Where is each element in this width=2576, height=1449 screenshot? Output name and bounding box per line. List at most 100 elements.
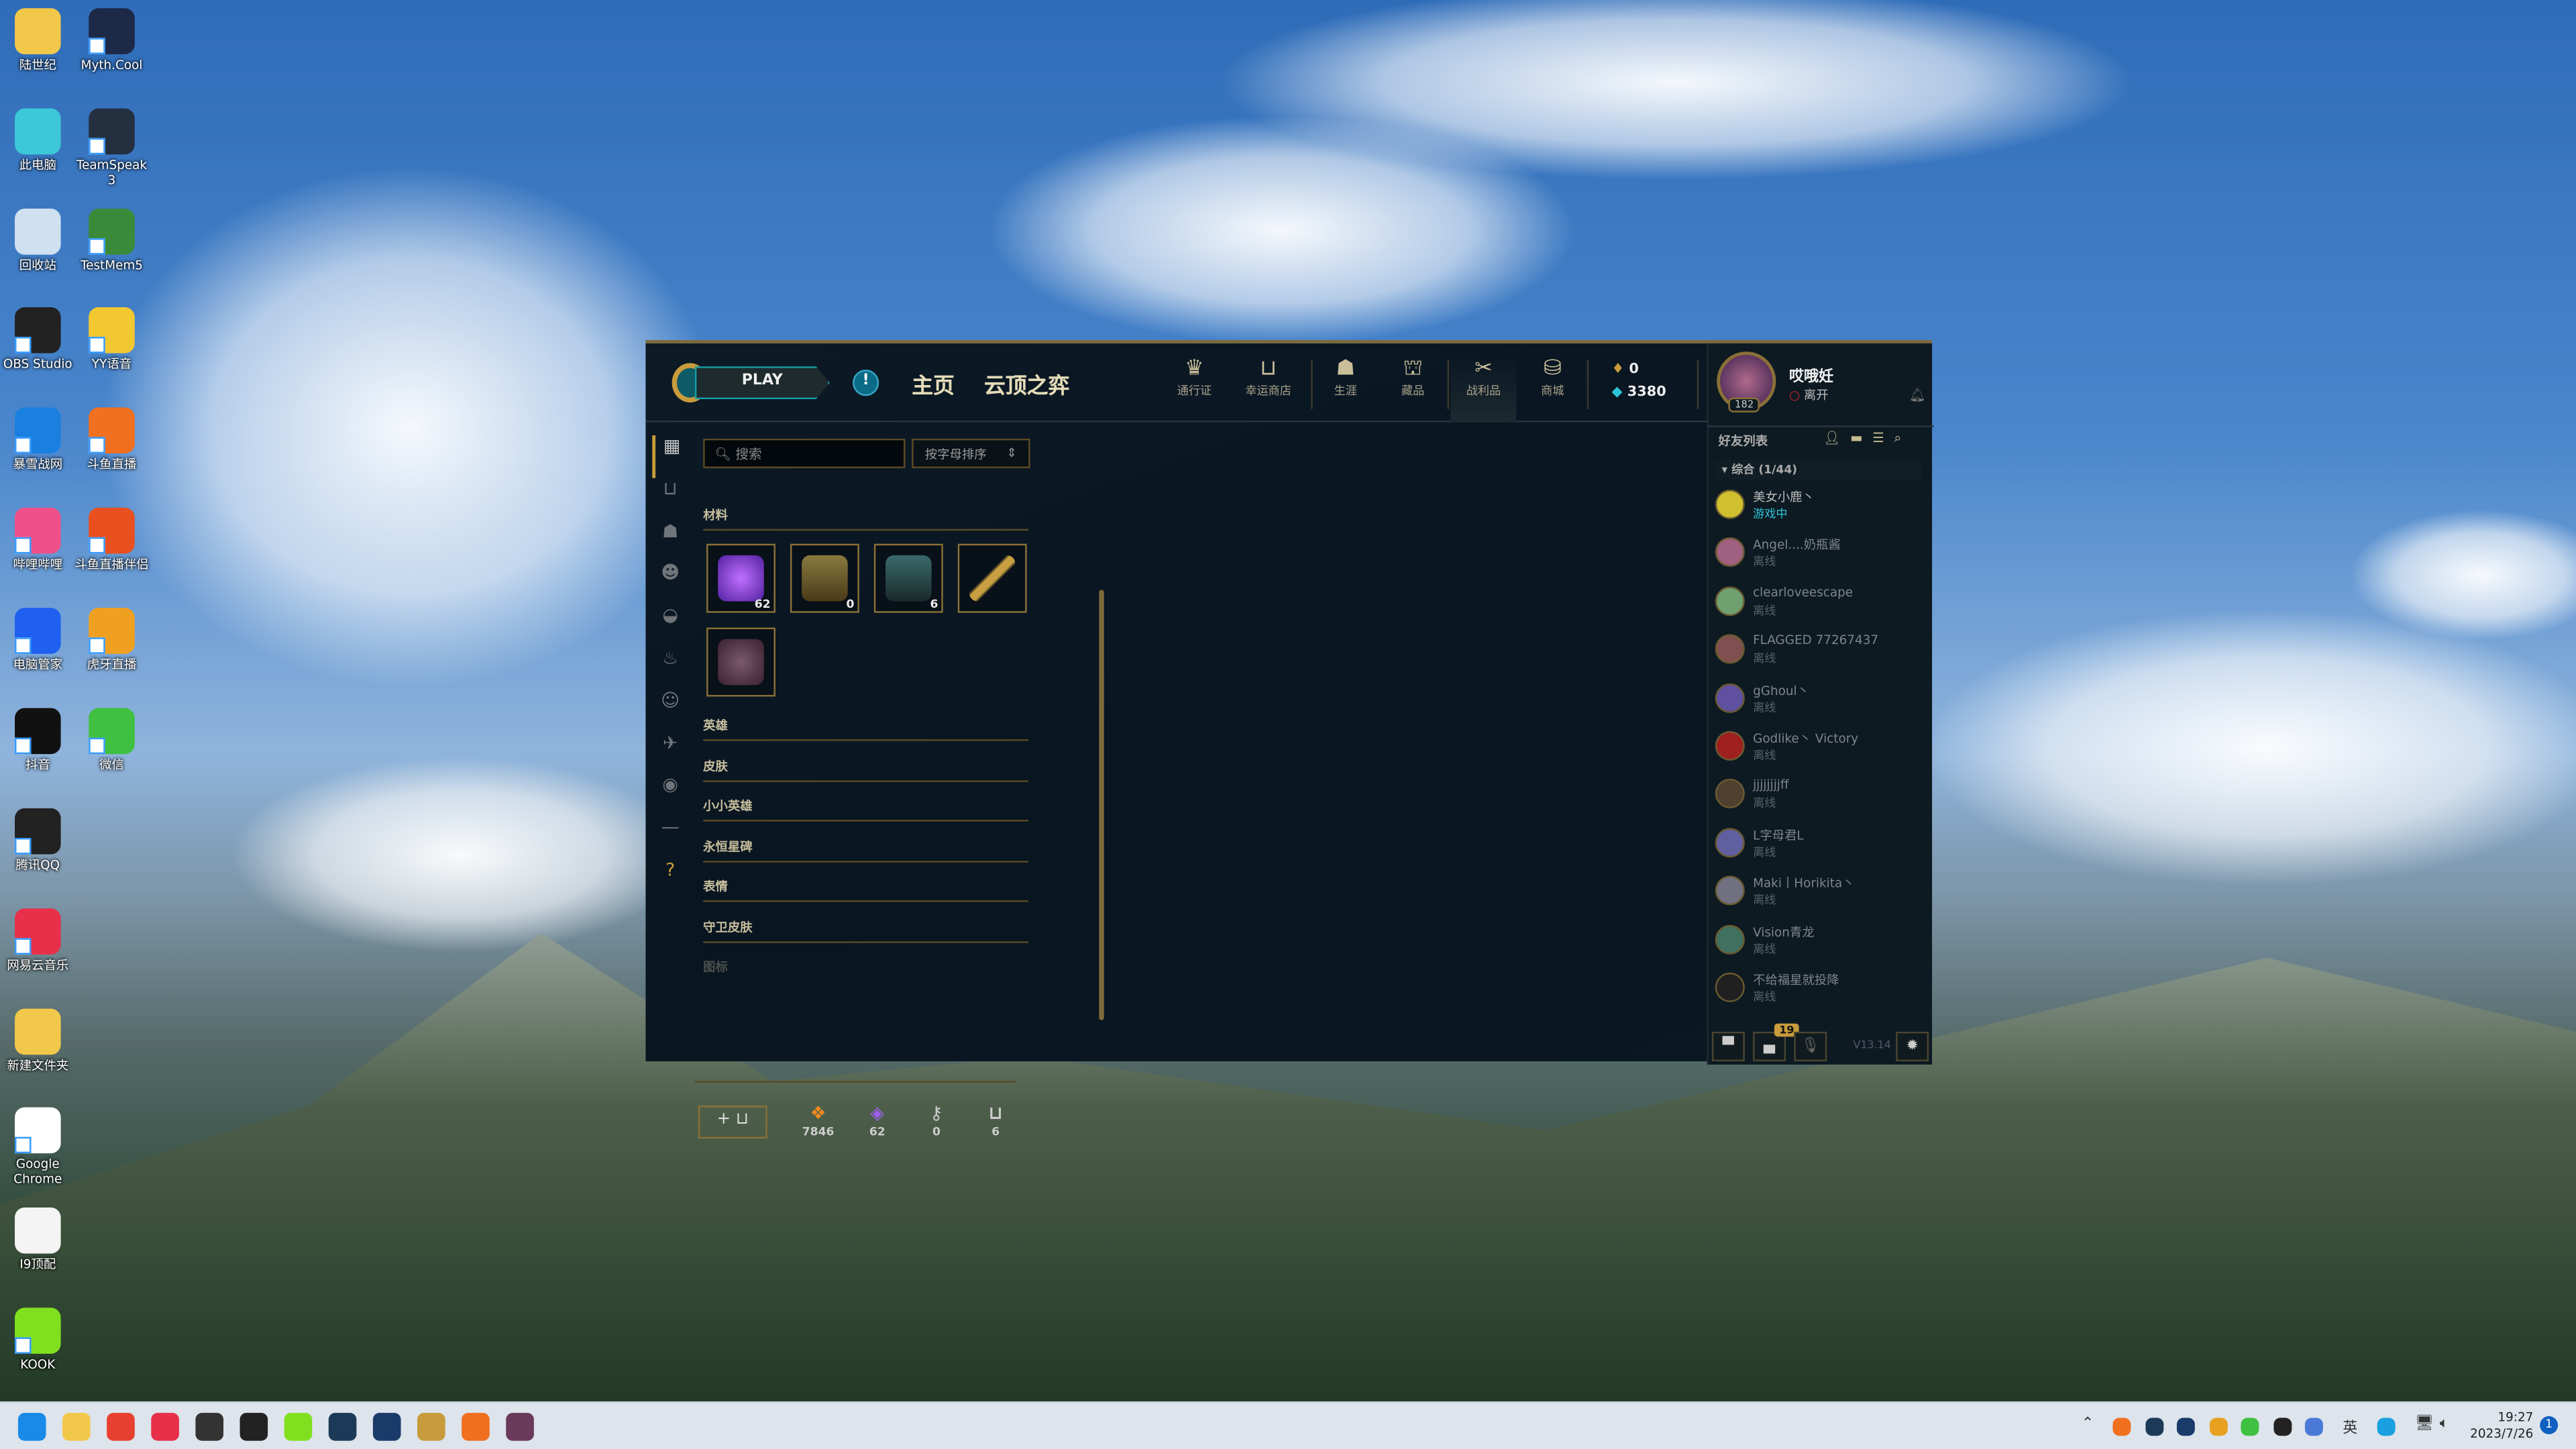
file-explorer-icon[interactable]: [62, 1413, 91, 1441]
add-chest-button[interactable]: + ⊔: [698, 1106, 767, 1139]
friend-item[interactable]: 美女小鹿丶 游戏中: [1709, 483, 1934, 531]
loot-section-header[interactable]: 皮肤: [703, 757, 1029, 782]
desktop-icon[interactable]: 微信: [74, 708, 150, 772]
bug-report-button[interactable]: ✹: [1896, 1031, 1929, 1062]
friend-item[interactable]: Vision青龙 离线: [1709, 918, 1934, 966]
loot-search-input[interactable]: 🔍︎ 搜索: [703, 438, 906, 468]
loot-item-masterwork-chest[interactable]: 6: [873, 543, 943, 613]
friend-item[interactable]: FLAGGED 77267437 离线: [1709, 628, 1934, 676]
desktop-icon[interactable]: 此电脑: [0, 108, 76, 172]
play-button[interactable]: PLAY: [694, 366, 830, 400]
bell-icon[interactable]: 🔔︎: [1909, 388, 1926, 402]
desktop-icon[interactable]: 新建文件夹: [0, 1008, 76, 1073]
start-icon[interactable]: [17, 1413, 46, 1441]
desktop-icon[interactable]: OBS Studio: [0, 307, 76, 371]
profile-icon-icon[interactable]: ◉: [652, 774, 688, 816]
all-icon[interactable]: ▦: [652, 435, 688, 478]
desktop-icon[interactable]: 抖音: [0, 708, 76, 772]
desktop-icon[interactable]: 暴雪战网: [0, 407, 76, 472]
nav-loot[interactable]: ⊔ 幸运商店: [1236, 356, 1301, 399]
desktop-icon[interactable]: 腾讯QQ: [0, 808, 76, 872]
league-icon[interactable]: [417, 1413, 445, 1441]
desktop-icon[interactable]: Google Chrome: [0, 1107, 76, 1186]
loot-section-header[interactable]: 材料: [703, 506, 1029, 531]
chat-button[interactable]: ▀: [1711, 1031, 1745, 1062]
desktop-icon[interactable]: 斗鱼直播伴侣: [74, 507, 150, 572]
loot-section-header[interactable]: 永恒星碑: [703, 838, 1029, 863]
desktop-icon[interactable]: KOOK: [0, 1307, 76, 1372]
network-icon[interactable]: 🖥︎: [2415, 1416, 2434, 1432]
ward-icon[interactable]: ✈: [652, 732, 688, 774]
nav-bag[interactable]: ⛫ 藏品: [1380, 356, 1446, 399]
tray-app-icon[interactable]: [2304, 1417, 2323, 1436]
voice-button[interactable]: 🎙︎: [1794, 1031, 1827, 1062]
obs-icon[interactable]: [195, 1413, 224, 1441]
friend-item[interactable]: clearloveescape 离线: [1709, 580, 1934, 628]
scrollbar[interactable]: [1099, 590, 1104, 1020]
tray-app-icon[interactable]: [2112, 1417, 2131, 1436]
chest-icon[interactable]: ⊔: [652, 478, 688, 520]
nav-home[interactable]: 主页: [912, 368, 955, 399]
loot-item-key-fragment[interactable]: [957, 543, 1027, 613]
nav-crown[interactable]: ♛ 通行证: [1161, 356, 1227, 399]
loot-section-header[interactable]: 图标: [703, 958, 1028, 981]
emoji-icon[interactable]: ☺: [652, 690, 688, 732]
loot-section-header[interactable]: 表情: [703, 877, 1029, 902]
loot-item-chest[interactable]: 0: [790, 543, 859, 613]
desktop-icon[interactable]: 斗鱼直播: [74, 407, 150, 472]
friend-item[interactable]: L字母君L 离线: [1709, 821, 1934, 869]
desktop-icon[interactable]: 陆世纪: [0, 8, 76, 72]
friend-item[interactable]: jjjjjjjjff 离线: [1709, 773, 1934, 821]
status-selector[interactable]: ○ 离开: [1789, 386, 1829, 405]
tray-app-icon[interactable]: [2273, 1417, 2292, 1436]
desktop-icon[interactable]: 回收站: [0, 209, 76, 273]
help-icon[interactable]: ?: [652, 859, 688, 902]
tray-app-icon[interactable]: [2145, 1417, 2163, 1436]
tray-app-icon[interactable]: [2241, 1417, 2259, 1436]
desktop-icon[interactable]: 电脑管家: [0, 608, 76, 672]
volume-icon[interactable]: 🔈︎: [2440, 1416, 2449, 1432]
netease-music-icon[interactable]: [151, 1413, 179, 1441]
desktop-icon[interactable]: TeamSpeak 3: [74, 108, 150, 187]
loot-item-mythic-essence[interactable]: 62: [706, 543, 775, 613]
eternals-icon[interactable]: ◒: [652, 605, 688, 647]
desktop-icon[interactable]: YY语音: [74, 307, 150, 371]
friend-item[interactable]: Godlike丶 Victory 离线: [1709, 724, 1934, 773]
kook-icon[interactable]: [284, 1413, 313, 1441]
league-client-icon[interactable]: [506, 1413, 534, 1441]
baidu-netdisk-icon[interactable]: [2377, 1417, 2396, 1436]
steam-icon[interactable]: [372, 1413, 401, 1441]
douyu-icon[interactable]: [462, 1413, 490, 1441]
alert-icon[interactable]: !: [853, 370, 879, 396]
chrome-icon[interactable]: [107, 1413, 135, 1441]
nav-tft[interactable]: 云顶之弈: [984, 368, 1069, 399]
desktop-icon[interactable]: 虎牙直播: [74, 608, 150, 672]
skin-icon[interactable]: ☻: [652, 563, 688, 605]
app-icon[interactable]: [239, 1413, 268, 1441]
friend-item[interactable]: Maki丨Horikita丶 离线: [1709, 869, 1934, 918]
clock[interactable]: 19:27 2023/7/26: [2464, 1409, 2533, 1442]
champion-icon[interactable]: ☗: [652, 520, 688, 562]
ime-indicator[interactable]: 英: [2343, 1416, 2357, 1437]
nav-profile[interactable]: ☗ 生涯: [1313, 356, 1379, 399]
tray-expand-icon[interactable]: ⌃: [2082, 1416, 2094, 1432]
desktop-icon[interactable]: Myth.Cool: [74, 8, 150, 72]
friend-item[interactable]: 不给福星就投降 离线: [1709, 966, 1934, 1014]
friend-item[interactable]: Angel....奶瓶酱 离线: [1709, 531, 1934, 580]
emote-icon[interactable]: ♨: [652, 647, 688, 690]
tray-app-icon[interactable]: [2208, 1417, 2227, 1436]
loot-section-header[interactable]: 英雄: [703, 716, 1029, 741]
loot-section-header[interactable]: 守卫皮肤: [703, 918, 1029, 943]
nav-coins[interactable]: ⛁ 商城: [1519, 356, 1585, 399]
tray-app-icon[interactable]: [2176, 1417, 2195, 1436]
desktop-icon[interactable]: 网易云音乐: [0, 908, 76, 973]
friend-item[interactable]: gGhoul丶 离线: [1709, 676, 1934, 724]
friend-group-header[interactable]: ▾ 综合 (1/44): [1715, 460, 1923, 480]
desktop-icon[interactable]: 哔哩哔哩: [0, 507, 76, 572]
loot-section-header[interactable]: 小小英雄: [703, 797, 1029, 822]
desktop-icon[interactable]: TestMem5: [74, 209, 150, 273]
nav-loot-crafting[interactable]: ✂ 战利品: [1450, 356, 1517, 423]
sort-dropdown[interactable]: 按字母排序 ⇕: [912, 438, 1030, 468]
loot-item-orb[interactable]: [706, 627, 775, 697]
desktop-icon[interactable]: I9顶配: [0, 1208, 76, 1272]
